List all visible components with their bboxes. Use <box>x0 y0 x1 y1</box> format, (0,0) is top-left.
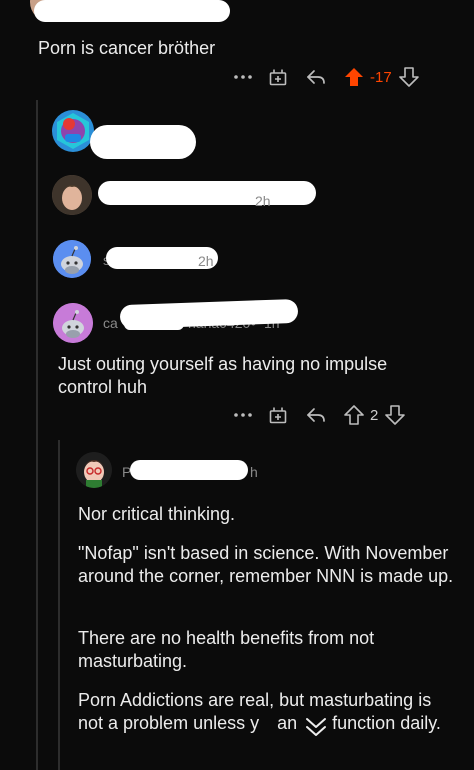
avatar[interactable] <box>76 452 112 488</box>
downvote-icon[interactable] <box>384 405 406 425</box>
thread-line <box>36 100 38 770</box>
vote-score: 2 <box>370 406 379 424</box>
redaction-mark <box>34 0 230 22</box>
redaction-mark <box>98 181 316 205</box>
comment-paragraph: Nor critical thinking. <box>78 504 236 524</box>
upvote-icon[interactable] <box>342 67 366 87</box>
award-icon[interactable] <box>266 405 290 425</box>
timestamp: 2h <box>255 193 271 209</box>
comment-paragraph: "Nofap" isn't based in science. With Nov… <box>78 543 454 586</box>
avatar[interactable] <box>53 240 91 278</box>
redaction-mark <box>90 125 196 159</box>
comment-paragraph: Porn Addictions are real, but masturbati… <box>78 690 441 733</box>
more-options-icon[interactable] <box>230 413 256 417</box>
upvote-icon[interactable] <box>342 405 366 425</box>
avatar[interactable] <box>53 303 93 343</box>
avatar[interactable] <box>52 175 92 215</box>
comment-text: Porn is cancer bröther <box>38 38 216 58</box>
scroll-down-icon[interactable] <box>301 713 331 741</box>
redaction-mark <box>130 460 248 480</box>
timestamp: 2h <box>198 253 214 269</box>
reply-icon[interactable] <box>304 406 328 424</box>
reply-icon[interactable] <box>304 68 328 86</box>
redaction-mark <box>124 318 184 330</box>
more-options-icon[interactable] <box>230 75 256 79</box>
comment-actions: -17 <box>230 63 420 91</box>
avatar[interactable] <box>52 110 94 152</box>
timestamp: h <box>250 464 258 480</box>
award-icon[interactable] <box>266 67 290 87</box>
comment-text: Just outing yourself as having no impuls… <box>58 354 388 397</box>
vote-score: -17 <box>370 68 392 86</box>
downvote-icon[interactable] <box>398 67 420 87</box>
comment-paragraph: There are no health benefits from not ma… <box>78 628 375 671</box>
thread-line <box>58 440 60 770</box>
comment-actions: 2 <box>230 401 406 429</box>
username[interactable]: ca <box>103 315 118 331</box>
